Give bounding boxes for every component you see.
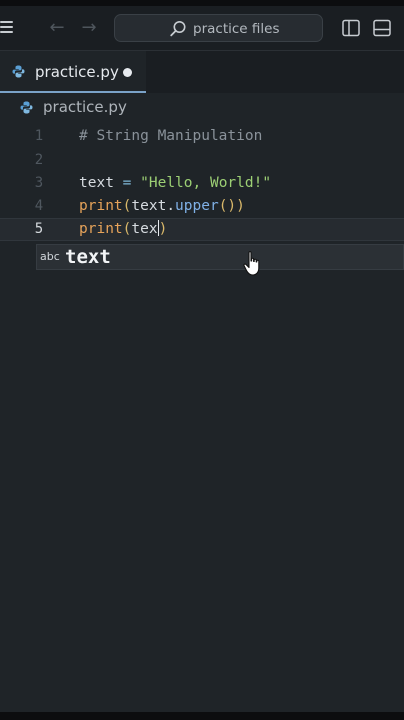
title-bar: ← → practice files bbox=[0, 6, 404, 51]
python-file-icon bbox=[12, 65, 25, 78]
code-text: print(tex) bbox=[79, 220, 168, 237]
line-number: 1 bbox=[34, 128, 44, 144]
code-text: text = "Hello, World!" bbox=[79, 175, 272, 191]
line-number: 5 bbox=[34, 221, 44, 237]
line-number: 3 bbox=[34, 175, 44, 191]
tab-label: practice.py bbox=[35, 63, 119, 81]
suggestion-label: text bbox=[65, 246, 111, 268]
code-text: # String Manipulation bbox=[79, 128, 263, 144]
code-line-current[interactable]: 5 print(tex) bbox=[0, 218, 404, 241]
forward-arrow-icon[interactable]: → bbox=[79, 18, 99, 38]
tab-bar: practice.py bbox=[0, 51, 404, 93]
suggestion-kind-icon: abc bbox=[40, 250, 60, 263]
code-line[interactable]: 2 bbox=[0, 149, 404, 172]
code-text: print(text.upper()) bbox=[79, 198, 245, 214]
code-line[interactable]: 1 # String Manipulation bbox=[0, 125, 404, 148]
python-file-icon bbox=[20, 101, 33, 114]
search-label: practice files bbox=[193, 21, 280, 37]
toggle-sidebar-icon[interactable] bbox=[342, 19, 360, 37]
command-center-search[interactable]: practice files bbox=[114, 14, 323, 42]
breadcrumb-file: practice.py bbox=[43, 98, 127, 116]
hand-pointer-icon bbox=[243, 251, 260, 276]
breadcrumb[interactable]: practice.py bbox=[0, 95, 404, 119]
editor-window: ← → practice files practice.py practice.… bbox=[0, 6, 404, 712]
tab-practice-py[interactable]: practice.py bbox=[0, 51, 146, 93]
menu-icon[interactable] bbox=[0, 21, 13, 33]
line-number: 4 bbox=[34, 198, 44, 214]
toggle-panel-icon[interactable] bbox=[373, 19, 391, 37]
code-line[interactable]: 3 text = "Hello, World!" bbox=[0, 172, 404, 195]
code-editor[interactable]: 1 # String Manipulation 2 3 text = "Hell… bbox=[0, 119, 404, 712]
code-line[interactable]: 4 print(text.upper()) bbox=[0, 195, 404, 218]
line-number: 2 bbox=[34, 152, 44, 168]
search-icon bbox=[170, 21, 186, 37]
autocomplete-suggestion[interactable]: abc text bbox=[36, 244, 404, 270]
back-arrow-icon[interactable]: ← bbox=[47, 18, 67, 38]
unsaved-indicator-icon[interactable] bbox=[123, 68, 132, 77]
